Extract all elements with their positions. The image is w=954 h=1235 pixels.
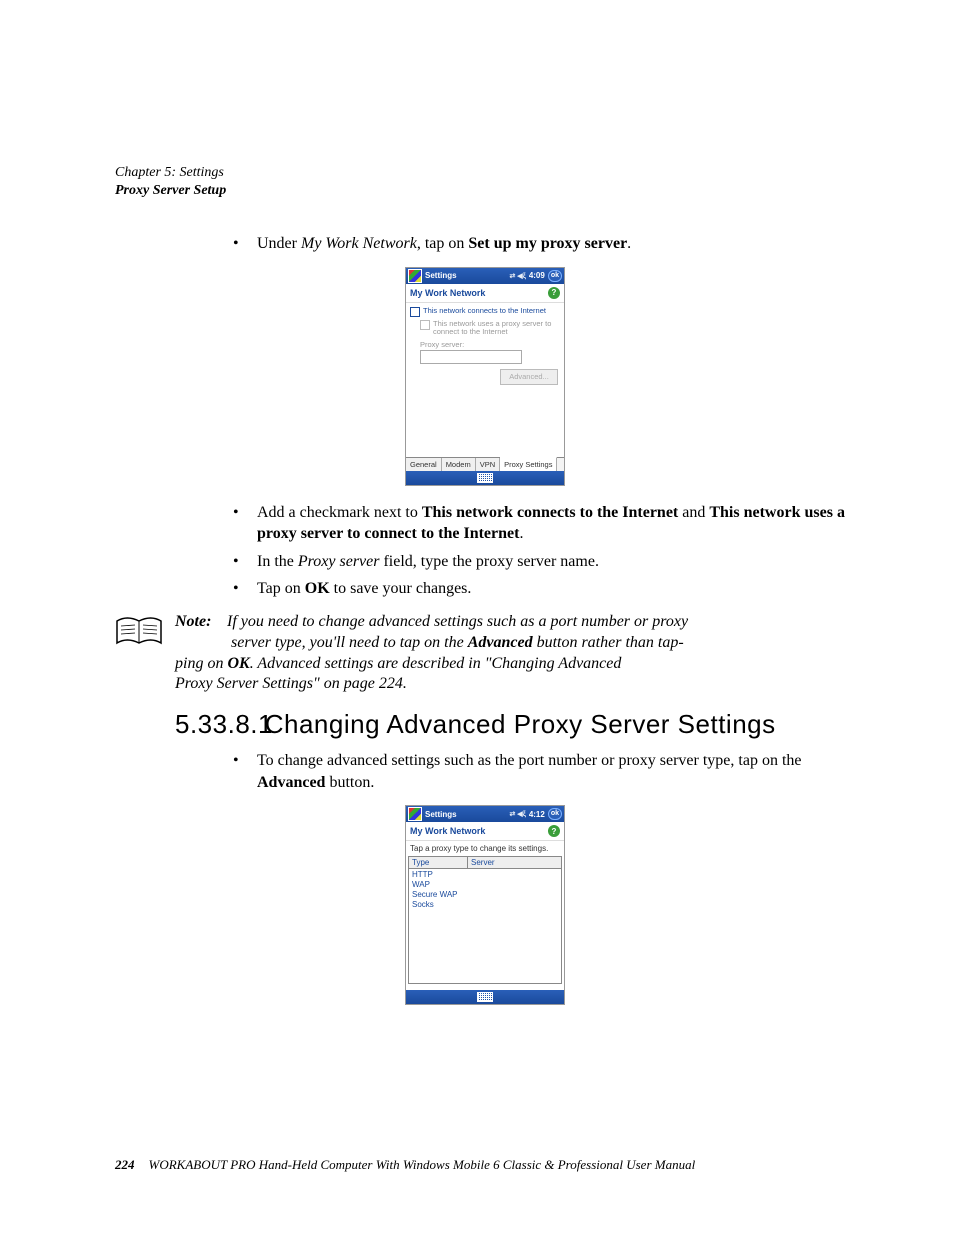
text-bold: OK <box>227 655 249 672</box>
text-bold: Advanced <box>257 774 325 791</box>
page-content: Chapter 5: Settings Proxy Server Setup U… <box>115 165 855 1021</box>
text: button. <box>325 774 374 791</box>
col-type[interactable]: Type <box>409 857 468 868</box>
text: If you need to change advanced settings … <box>227 613 688 630</box>
text-bold: OK <box>305 580 330 597</box>
table-header: Type Server <box>409 857 561 869</box>
table-row[interactable]: HTTP <box>412 870 558 880</box>
list-item: Add a checkmark next to This network con… <box>233 502 855 545</box>
instruction-text: Tap a proxy type to change its settings. <box>406 841 564 854</box>
subheading-title: Changing Advanced Proxy Server Settings <box>265 709 776 739</box>
list-item: In the Proxy server field, type the prox… <box>233 551 855 573</box>
page-number: 224 <box>115 1157 135 1173</box>
titlebar: Settings ⇄ ◀ξ 4:12 ok <box>406 806 564 822</box>
instruction-list-3: To change advanced settings such as the … <box>115 750 855 793</box>
clock: 4:12 <box>529 810 545 819</box>
titlebar: Settings ⇄ ◀ξ 4:09 ok <box>406 268 564 284</box>
clock: 4:09 <box>529 271 545 280</box>
text: . <box>519 525 523 542</box>
text: Under <box>257 235 301 252</box>
text: and <box>678 504 709 521</box>
table-row[interactable]: Socks <box>412 900 558 910</box>
text: , tap on <box>417 235 469 252</box>
page-footer: 224 WORKABOUT PRO Hand-Held Computer Wit… <box>115 1157 855 1173</box>
text-bold: Advanced <box>468 634 533 651</box>
ok-button[interactable]: ok <box>548 808 562 820</box>
book-icon <box>115 615 163 649</box>
text: . <box>627 235 631 252</box>
text: To change advanced settings such as the … <box>257 752 802 769</box>
proxy-server-input[interactable] <box>420 350 522 364</box>
text-emphasis: Proxy server <box>298 553 380 570</box>
header-section: Proxy Server Setup <box>115 183 855 199</box>
subheader: My Work Network ? <box>406 822 564 841</box>
text: In the <box>257 553 298 570</box>
table-row[interactable]: Secure WAP <box>412 890 558 900</box>
field-label: Proxy server: <box>410 340 560 349</box>
text: button rather than tap- <box>533 634 684 651</box>
device-frame: Settings ⇄ ◀ξ 4:09 ok My Work Network ? … <box>405 267 565 486</box>
text: server type, you'll need to tap on the <box>231 634 468 651</box>
header-chapter: Chapter 5: Settings <box>115 165 855 181</box>
text: . Advanced settings are described in "Ch… <box>250 655 622 672</box>
text: field, type the proxy server name. <box>379 553 598 570</box>
subheader: My Work Network ? <box>406 284 564 303</box>
note-text: Note: If you need to change advanced set… <box>175 612 688 695</box>
checkbox-row-2[interactable]: This network uses a proxy server to conn… <box>410 320 560 337</box>
bottom-bar <box>406 471 564 485</box>
keyboard-icon[interactable] <box>477 473 493 483</box>
text: to save your changes. <box>330 580 472 597</box>
checkbox-icon[interactable] <box>420 320 430 330</box>
subheading-number: 5.33.8.1 <box>175 709 257 740</box>
note-block: Note: If you need to change advanced set… <box>115 612 855 695</box>
device-frame: Settings ⇄ ◀ξ 4:12 ok My Work Network ? … <box>405 805 565 1005</box>
text: Tap on <box>257 580 305 597</box>
keyboard-icon[interactable] <box>477 992 493 1002</box>
subheading: 5.33.8.1 Changing Advanced Proxy Server … <box>175 709 855 740</box>
title-text: Settings <box>425 810 507 819</box>
list-item: Under My Work Network, tap on Set up my … <box>233 233 855 255</box>
bottom-bar <box>406 990 564 1004</box>
proxy-type-table: Type Server HTTP WAP Secure WAP Socks <box>408 856 562 984</box>
screenshot-1: Settings ⇄ ◀ξ 4:09 ok My Work Network ? … <box>115 267 855 486</box>
text-bold: This network connects to the Internet <box>422 504 678 521</box>
ok-button[interactable]: ok <box>548 270 562 282</box>
note-label: Note: <box>175 612 223 633</box>
table-body: HTTP WAP Secure WAP Socks <box>409 869 561 983</box>
tab-general[interactable]: General <box>406 458 442 471</box>
instruction-list-2: Add a checkmark next to This network con… <box>115 502 855 600</box>
table-row[interactable]: WAP <box>412 880 558 890</box>
start-icon[interactable] <box>408 807 422 821</box>
list-item: To change advanced settings such as the … <box>233 750 855 793</box>
tab-bar: General Modem VPN Proxy Settings <box>406 457 564 471</box>
text: Proxy Server Settings" on page 224. <box>175 675 407 692</box>
dialog-body: This network connects to the Internet Th… <box>406 303 564 457</box>
tab-modem[interactable]: Modem <box>442 458 476 471</box>
text-bold: Set up my proxy server <box>468 235 627 252</box>
help-icon[interactable]: ? <box>548 287 560 299</box>
help-icon[interactable]: ? <box>548 825 560 837</box>
tab-proxy-settings[interactable]: Proxy Settings <box>500 457 557 471</box>
footer-text: WORKABOUT PRO Hand-Held Computer With Wi… <box>149 1157 696 1173</box>
advanced-button[interactable]: Advanced... <box>500 369 558 385</box>
instruction-list-1: Under My Work Network, tap on Set up my … <box>115 233 855 255</box>
checkbox-row-1[interactable]: This network connects to the Internet <box>410 307 560 317</box>
start-icon[interactable] <box>408 269 422 283</box>
subheader-text: My Work Network <box>410 288 485 298</box>
text: Add a checkmark next to <box>257 504 422 521</box>
text-emphasis: My Work Network <box>301 235 417 252</box>
text: server type, you'll need to tap on the A… <box>175 634 684 693</box>
text: ping on <box>175 655 227 672</box>
signal-icon: ⇄ ◀ξ <box>510 272 526 280</box>
list-item: Tap on OK to save your changes. <box>233 578 855 600</box>
checkbox-label: This network uses a proxy server to conn… <box>433 320 560 337</box>
subheader-text: My Work Network <box>410 826 485 836</box>
title-text: Settings <box>425 271 507 280</box>
checkbox-label: This network connects to the Internet <box>423 307 546 315</box>
checkbox-icon[interactable] <box>410 307 420 317</box>
signal-icon: ⇄ ◀ξ <box>510 810 526 818</box>
screenshot-2: Settings ⇄ ◀ξ 4:12 ok My Work Network ? … <box>115 805 855 1005</box>
tab-vpn[interactable]: VPN <box>476 458 500 471</box>
col-server[interactable]: Server <box>468 857 561 868</box>
